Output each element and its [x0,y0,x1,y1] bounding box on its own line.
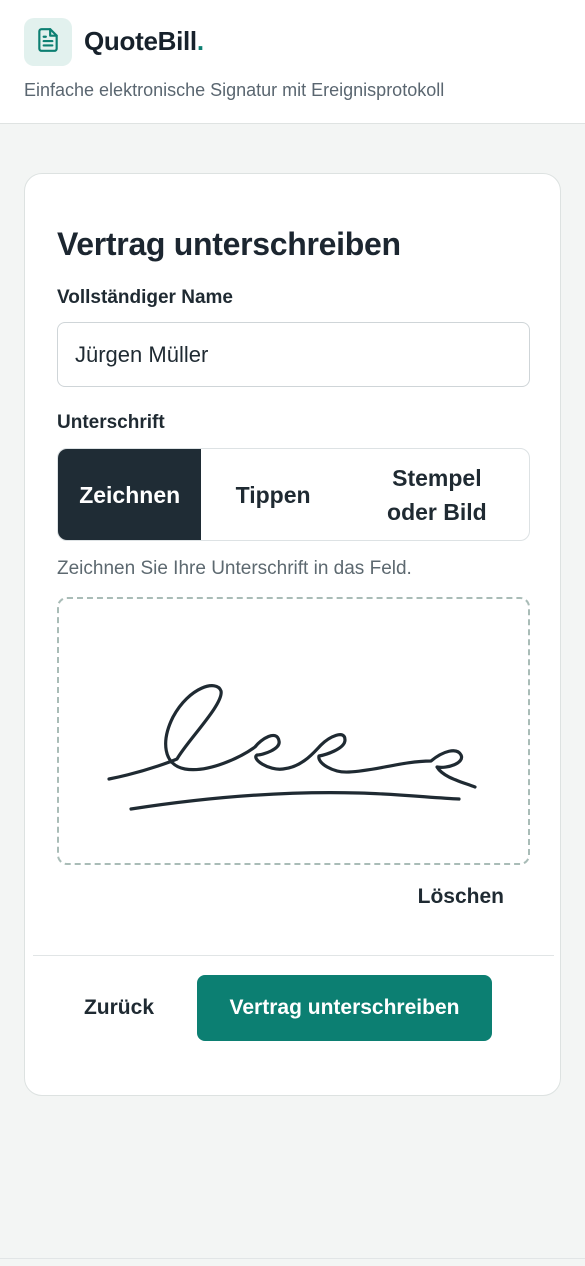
signature-label: Unterschrift [57,412,165,433]
back-button[interactable]: Zurück [65,975,173,1041]
signature-mode-tabs: Zeichnen Tippen Stempel oder Bild [57,448,530,541]
divider [0,1258,585,1259]
tab-stamp-or-image[interactable]: Stempel oder Bild [345,449,529,540]
sign-contract-button[interactable]: Vertrag unterschreiben [197,975,492,1041]
name-label: Vollständiger Name [57,287,233,308]
sign-contract-card: Vertrag unterschreiben Vollständiger Nam… [24,173,561,1096]
document-icon [35,27,61,58]
signature-hint: Zeichnen Sie Ihre Unterschrift in das Fe… [57,558,412,579]
brand-dot: . [196,26,204,56]
brand-name: QuoteBill. [84,26,204,56]
clear-signature-button[interactable]: Löschen [418,885,504,909]
tagline: Einfache elektronische Signatur mit Erei… [24,80,445,100]
signature-pad[interactable] [57,597,530,865]
full-name-input[interactable] [57,322,530,387]
app-header: QuoteBill. Einfache elektronische Signat… [0,0,585,124]
divider [33,955,554,956]
tab-type[interactable]: Tippen [201,449,344,540]
signature-stroke [107,684,477,811]
tab-draw[interactable]: Zeichnen [58,449,202,540]
logo [24,18,72,66]
page-title: Vertrag unterschreiben [57,226,401,262]
